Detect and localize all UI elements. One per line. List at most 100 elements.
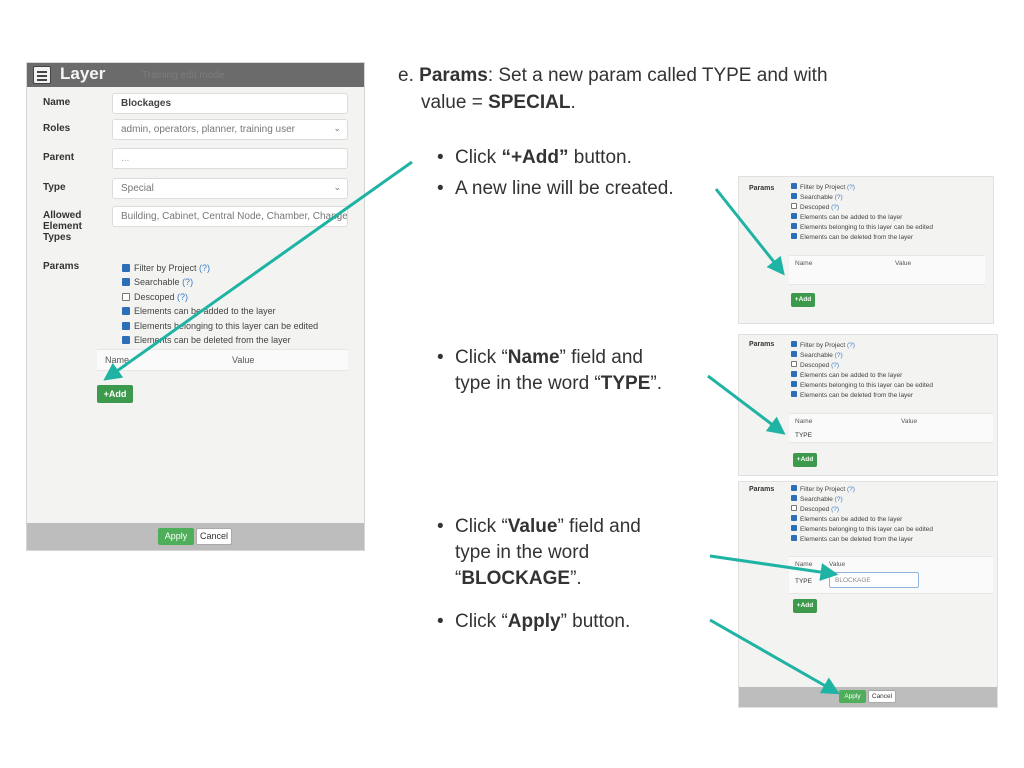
param-item[interactable]: Descoped (?) [791, 361, 933, 371]
param-item[interactable]: Searchable (?) [791, 193, 933, 203]
checkbox-unchecked-icon[interactable] [791, 203, 797, 209]
param-filter-by-project[interactable]: Filter by Project (?) [122, 261, 348, 275]
help-link[interactable]: (?) [835, 194, 843, 201]
bullet-text: Click “ [455, 516, 508, 537]
checkbox-checked-icon[interactable] [791, 485, 797, 491]
help-link[interactable]: (?) [835, 496, 843, 503]
chevron-down-icon: ⌄ [333, 210, 341, 220]
param-item[interactable]: Elements belonging to this layer can be … [791, 381, 933, 391]
param-item[interactable]: Searchable (?) [791, 495, 933, 505]
param-item[interactable]: Elements belonging to this layer can be … [791, 223, 933, 233]
bullet-bold: Apply [507, 611, 561, 632]
bullet-bold: Name [507, 347, 560, 368]
help-link[interactable]: (?) [847, 342, 855, 349]
params-label: Params [749, 185, 775, 192]
help-link[interactable]: (?) [847, 486, 855, 493]
name-input[interactable]: Blockages [112, 93, 348, 114]
param-item[interactable]: Elements can be added to the layer [791, 213, 933, 223]
checkbox-checked-icon[interactable] [122, 278, 130, 287]
checkbox-checked-icon[interactable] [122, 321, 130, 330]
params-label: Params [749, 486, 775, 493]
params-list: Filter by Project (?) Searchable (?) Des… [791, 183, 933, 243]
parent-input[interactable]: ... [112, 148, 348, 169]
type-select[interactable]: Special ⌄ [112, 178, 348, 199]
allowed-types-value: Building, Cabinet, Central Node, Chamber… [121, 211, 348, 222]
field-label: Allowed Element Types [43, 210, 82, 243]
checkbox-checked-icon[interactable] [122, 307, 130, 316]
step-text: : Set a new param called TYPE and with [487, 65, 828, 86]
bullet-text: A new line will be created. [455, 178, 674, 199]
bullet-bold: TYPE [600, 373, 651, 394]
checkbox-checked-icon[interactable] [791, 193, 797, 199]
allowed-types-select[interactable]: Building, Cabinet, Central Node, Chamber… [112, 206, 348, 227]
param-item[interactable]: Elements belonging to this layer can be … [791, 525, 933, 535]
help-link[interactable]: (?) [182, 277, 193, 287]
add-param-button[interactable]: +Add [793, 453, 817, 467]
value-column-header: Value [895, 260, 912, 267]
help-link[interactable]: (?) [831, 204, 839, 211]
param-can-add[interactable]: Elements can be added to the layer [122, 304, 348, 318]
param-item[interactable]: Descoped (?) [791, 505, 933, 515]
help-link[interactable]: (?) [831, 362, 839, 369]
checkbox-checked-icon[interactable] [791, 341, 797, 347]
checkbox-checked-icon[interactable] [791, 233, 797, 239]
checkbox-checked-icon[interactable] [791, 371, 797, 377]
param-name-input[interactable]: TYPE [795, 578, 812, 585]
param-item[interactable]: Filter by Project (?) [791, 485, 933, 495]
param-name-input[interactable]: TYPE [795, 432, 812, 439]
value-column-header: Value [901, 418, 918, 425]
help-link[interactable]: (?) [847, 184, 855, 191]
add-param-button[interactable]: +Add [791, 293, 815, 307]
bullet-value-field: • Click “Value” field and type in the wo… [437, 514, 641, 592]
param-item[interactable]: Elements can be added to the layer [791, 371, 933, 381]
param-descoped[interactable]: Descoped (?) [122, 290, 348, 304]
param-item[interactable]: Searchable (?) [791, 351, 933, 361]
help-link[interactable]: (?) [199, 263, 210, 273]
checkbox-checked-icon[interactable] [791, 213, 797, 219]
roles-select[interactable]: admin, operators, planner, training user… [112, 119, 348, 140]
checkbox-checked-icon[interactable] [791, 495, 797, 501]
apply-button[interactable]: Apply [158, 528, 194, 545]
param-item[interactable]: Elements can be deleted from the layer [791, 391, 933, 401]
checkbox-checked-icon[interactable] [791, 351, 797, 357]
cancel-button[interactable]: Cancel [196, 528, 232, 545]
checkbox-checked-icon[interactable] [791, 183, 797, 189]
param-item[interactable]: Filter by Project (?) [791, 183, 933, 193]
param-item[interactable]: Elements can be added to the layer [791, 515, 933, 525]
param-can-edit[interactable]: Elements belonging to this layer can be … [122, 319, 348, 333]
checkbox-checked-icon[interactable] [791, 535, 797, 541]
param-value-input[interactable]: BLOCKAGE [829, 572, 919, 588]
cancel-button[interactable]: Cancel [868, 690, 896, 703]
param-can-delete[interactable]: Elements can be deleted from the layer [122, 333, 348, 347]
help-link[interactable]: (?) [831, 506, 839, 513]
checkbox-unchecked-icon[interactable] [791, 505, 797, 511]
bullet-bold: “+Add” [501, 147, 569, 168]
checkbox-checked-icon[interactable] [122, 264, 130, 272]
checkbox-checked-icon[interactable] [791, 223, 797, 229]
checkbox-checked-icon[interactable] [791, 381, 797, 387]
help-link[interactable]: (?) [177, 292, 188, 302]
param-searchable[interactable]: Searchable (?) [122, 275, 348, 289]
param-item[interactable]: Elements can be deleted from the layer [791, 535, 933, 545]
checkbox-checked-icon[interactable] [791, 391, 797, 397]
param-item[interactable]: Filter by Project (?) [791, 341, 933, 351]
step-letter: e. [398, 65, 414, 86]
add-param-button[interactable]: +Add [97, 385, 133, 403]
step-title: Params [419, 65, 488, 86]
field-label: Name [43, 97, 71, 108]
screenshot-value-field: Params Filter by Project (?) Searchable … [738, 481, 998, 708]
checkbox-checked-icon[interactable] [791, 525, 797, 531]
apply-button[interactable]: Apply [839, 690, 866, 703]
checkbox-unchecked-icon[interactable] [791, 361, 797, 367]
checkbox-checked-icon[interactable] [791, 515, 797, 521]
param-item[interactable]: Elements can be deleted from the layer [791, 233, 933, 243]
param-item[interactable]: Descoped (?) [791, 203, 933, 213]
checkbox-checked-icon[interactable] [122, 335, 130, 344]
bullet-bold: Value [507, 516, 558, 537]
help-link[interactable]: (?) [835, 352, 843, 359]
bullet-text: ” button. [560, 611, 631, 632]
add-param-button[interactable]: +Add [793, 599, 817, 613]
bullet-bold: BLOCKAGE [461, 568, 571, 589]
bullet-text: type in the word “ [455, 373, 601, 394]
checkbox-unchecked-icon[interactable] [122, 292, 130, 301]
